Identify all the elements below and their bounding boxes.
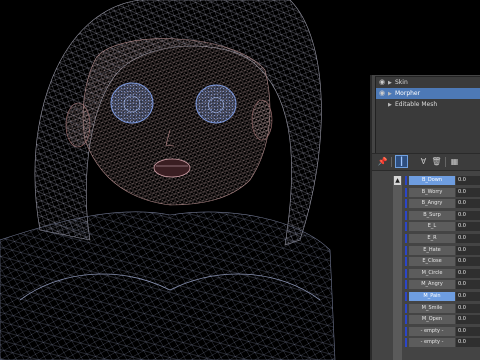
channel-active-indicator xyxy=(405,176,407,185)
morph-channel-value-spinner[interactable]: 0.0 xyxy=(456,210,480,220)
channel-active-indicator xyxy=(405,291,407,301)
morph-channel-button[interactable]: - empty - xyxy=(409,338,455,348)
stack-item[interactable]: ▶ Editable Mesh xyxy=(376,99,480,110)
morph-channel-row: E_Close 0.0 xyxy=(405,256,480,268)
channel-active-indicator xyxy=(405,326,407,336)
command-panel-modify: ◉ ▶ Skin ◉ ▶ Morpher ▶ Editable Mesh 📌 ┃ ∀ 🗑 ▦ … xyxy=(370,75,480,360)
morph-channel-button[interactable]: - empty - xyxy=(409,326,455,336)
toolbar-separator xyxy=(445,157,446,167)
morph-channel-row: M_Angry 0.0 xyxy=(405,279,480,291)
toolbar-separator xyxy=(391,157,392,167)
wireframe-mouth xyxy=(153,158,191,178)
morph-channel-row: E_R 0.0 xyxy=(405,233,480,245)
morph-channel-row: M_Pain 0.0 xyxy=(405,291,480,303)
morph-channel-row: M_Open 0.0 xyxy=(405,314,480,326)
morpher-channel-list: ▲ B_Down 0.0 B_Worry 0.0 B_Angry 0.0 B_Surp 0.0… xyxy=(372,172,480,360)
morph-channel-row: - empty -0.0 xyxy=(405,326,480,338)
morph-channel-value-spinner[interactable]: 0.0 xyxy=(456,222,480,232)
morph-channel-value-spinner[interactable]: 0.0 xyxy=(456,268,480,278)
morph-channel-button[interactable]: B_Down xyxy=(409,176,455,185)
channel-scrollbar[interactable] xyxy=(393,176,402,360)
morph-channel-value-spinner[interactable]: 0.0 xyxy=(456,280,480,290)
morph-channel-value-spinner[interactable]: 0.0 xyxy=(456,176,480,185)
make-unique-icon[interactable]: ∀ xyxy=(418,156,429,167)
wireframe-left-ear xyxy=(65,102,91,148)
visibility-eye-icon[interactable]: ◉ xyxy=(379,77,388,88)
morph-channel-button[interactable]: E_L xyxy=(409,222,455,232)
channel-active-indicator xyxy=(405,338,407,348)
pin-stack-icon[interactable]: 📌 xyxy=(377,156,388,167)
morph-channel-button[interactable]: M_Pain xyxy=(409,291,455,301)
stack-item-label: Editable Mesh xyxy=(395,101,438,108)
morph-channel-button[interactable]: E_Close xyxy=(409,257,455,267)
morph-channel-button[interactable]: B_Angry xyxy=(409,199,455,209)
channel-active-indicator xyxy=(405,222,407,232)
morph-channel-button[interactable]: M_Smile xyxy=(409,303,455,313)
morph-channel-button[interactable]: E_R xyxy=(409,233,455,243)
channel-active-indicator xyxy=(405,187,407,197)
morph-channel-row: B_Down 0.0 xyxy=(405,175,480,187)
channel-active-indicator xyxy=(405,233,407,243)
channel-active-indicator xyxy=(405,315,407,325)
channel-active-indicator xyxy=(405,210,407,220)
morph-channel-button[interactable]: B_Surp xyxy=(409,210,455,220)
wireframe-right-eye xyxy=(195,84,237,124)
morph-channel-row: B_Worry 0.0 xyxy=(405,187,480,199)
morph-channel-value-spinner[interactable]: 0.0 xyxy=(456,199,480,209)
morph-channel-row: E_L 0.0 xyxy=(405,221,480,233)
channel-active-indicator xyxy=(405,280,407,290)
morph-channel-value-spinner[interactable]: 0.0 xyxy=(456,315,480,325)
stack-toolbar: 📌 ┃ ∀ 🗑 ▦ xyxy=(372,153,480,171)
stack-item[interactable]: ◉ ▶ Morpher xyxy=(376,88,480,99)
morph-channel-value-spinner[interactable]: 0.0 xyxy=(456,245,480,255)
scroll-up-button[interactable]: ▲ xyxy=(394,176,401,185)
stack-item-label: Morpher xyxy=(395,90,421,97)
morph-channel-value-spinner[interactable]: 0.0 xyxy=(456,291,480,301)
morph-channel-row: E_Hate 0.0 xyxy=(405,245,480,257)
morph-channel-row: B_Angry 0.0 xyxy=(405,198,480,210)
morph-channel-value-spinner[interactable]: 0.0 xyxy=(456,187,480,197)
expand-triangle-icon[interactable]: ▶ xyxy=(388,100,395,111)
morph-channel-row: M_Smile 0.0 xyxy=(405,303,480,315)
morph-channel-value-spinner[interactable]: 0.0 xyxy=(456,326,480,336)
wireframe-right-ear xyxy=(251,99,273,141)
configure-modifier-sets-icon[interactable]: ▦ xyxy=(449,156,460,167)
stack-item[interactable]: ◉ ▶ Skin xyxy=(376,77,480,88)
morph-channel-row: - empty -0.0 xyxy=(405,337,480,349)
morph-channel-button[interactable]: B_Worry xyxy=(409,187,455,197)
remove-modifier-icon[interactable]: 🗑 xyxy=(431,156,442,167)
morph-channel-button[interactable]: M_Circle xyxy=(409,268,455,278)
wireframe-left-eye xyxy=(110,82,154,124)
wireframe-face xyxy=(82,38,271,206)
morph-channel-row: B_Surp 0.0 xyxy=(405,210,480,222)
morph-channel-button[interactable]: M_Angry xyxy=(409,280,455,290)
channel-active-indicator xyxy=(405,303,407,313)
morph-channel-button[interactable]: M_Open xyxy=(409,315,455,325)
morph-channel-value-spinner[interactable]: 0.0 xyxy=(456,233,480,243)
wireframe-body xyxy=(0,211,336,360)
morph-channel-value-spinner[interactable]: 0.0 xyxy=(456,257,480,267)
channel-active-indicator xyxy=(405,245,407,255)
morph-channel-value-spinner[interactable]: 0.0 xyxy=(456,338,480,348)
stack-item-label: Skin xyxy=(395,79,408,86)
modifier-stack: ◉ ▶ Skin ◉ ▶ Morpher ▶ Editable Mesh xyxy=(375,76,480,154)
channel-active-indicator xyxy=(405,199,407,209)
show-end-result-icon[interactable]: ┃ xyxy=(395,155,408,168)
morph-channel-value-spinner[interactable]: 0.0 xyxy=(456,303,480,313)
channel-active-indicator xyxy=(405,268,407,278)
visibility-eye-icon[interactable]: ◉ xyxy=(379,88,388,99)
morph-channel-button[interactable]: E_Hate xyxy=(409,245,455,255)
channel-active-indicator xyxy=(405,257,407,267)
morph-channel-row: M_Circle 0.0 xyxy=(405,268,480,280)
